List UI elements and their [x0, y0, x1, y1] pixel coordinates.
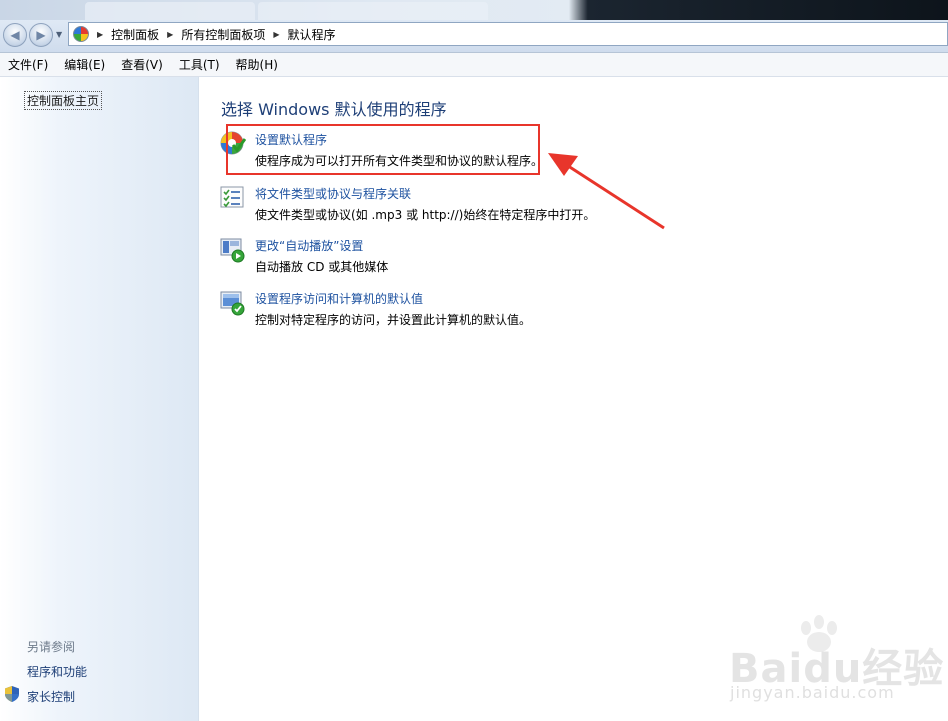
menu-bar: 文件(F) 编辑(E) 查看(V) 工具(T) 帮助(H): [0, 53, 948, 77]
program-access-icon: [220, 291, 245, 316]
browser-tab-strip: [0, 0, 948, 20]
menu-help[interactable]: 帮助(H): [228, 56, 286, 73]
page-title: 选择 Windows 默认使用的程序: [221, 100, 447, 119]
autoplay-desc: 自动播放 CD 或其他媒体: [255, 260, 389, 274]
breadcrumb-all-items[interactable]: 所有控制面板项: [181, 26, 265, 43]
menu-tools[interactable]: 工具(T): [171, 56, 228, 73]
breadcrumb-arrow-icon[interactable]: ▶: [273, 30, 279, 39]
forward-button[interactable]: ▶: [29, 23, 53, 47]
file-association-link[interactable]: 将文件类型或协议与程序关联: [255, 185, 411, 202]
file-association-icon: [220, 186, 244, 208]
autoplay-icon: [220, 238, 245, 263]
background-tab: [85, 2, 255, 20]
breadcrumb-control-panel[interactable]: 控制面板: [111, 26, 159, 43]
recent-pages-dropdown-icon[interactable]: ▼: [56, 30, 62, 39]
navigation-bar: ◀ ▶ ▼ ▶ 控制面板 ▶ 所有控制面板项 ▶ 默认程序: [0, 20, 948, 53]
annotation-highlight-box: [226, 124, 540, 175]
watermark-url: jingyan.baidu.com: [730, 683, 895, 702]
back-arrow-icon: ◀: [10, 28, 20, 42]
breadcrumb-default-programs[interactable]: 默认程序: [288, 26, 336, 43]
breadcrumb-arrow-icon[interactable]: ▶: [167, 30, 173, 39]
uac-shield-icon: [5, 686, 19, 702]
annotation-arrow: [548, 153, 665, 230]
control-panel-icon: [73, 26, 89, 42]
address-bar[interactable]: ▶ 控制面板 ▶ 所有控制面板项 ▶ 默认程序: [68, 22, 948, 46]
autoplay-settings-link[interactable]: 更改“自动播放”设置: [255, 237, 363, 254]
control-panel-home-link[interactable]: 控制面板主页: [24, 91, 103, 110]
see-also-heading: 另请参阅: [27, 640, 76, 654]
menu-edit[interactable]: 编辑(E): [56, 56, 113, 73]
forward-arrow-icon: ▶: [36, 28, 46, 42]
breadcrumb-arrow-icon[interactable]: ▶: [97, 30, 103, 39]
background-tab: [258, 2, 488, 20]
program-access-defaults-link[interactable]: 设置程序访问和计算机的默认值: [255, 290, 423, 307]
menu-view[interactable]: 查看(V): [113, 56, 171, 73]
programs-and-features-link[interactable]: 程序和功能: [27, 663, 87, 680]
parental-controls-link[interactable]: 家长控制: [27, 688, 75, 705]
back-button[interactable]: ◀: [3, 23, 27, 47]
left-navigation-pane: 控制面板主页 另请参阅 程序和功能 家长控制: [0, 77, 199, 721]
program-access-desc: 控制对特定程序的访问，并设置此计算机的默认值。: [255, 313, 532, 327]
menu-file[interactable]: 文件(F): [0, 56, 56, 73]
